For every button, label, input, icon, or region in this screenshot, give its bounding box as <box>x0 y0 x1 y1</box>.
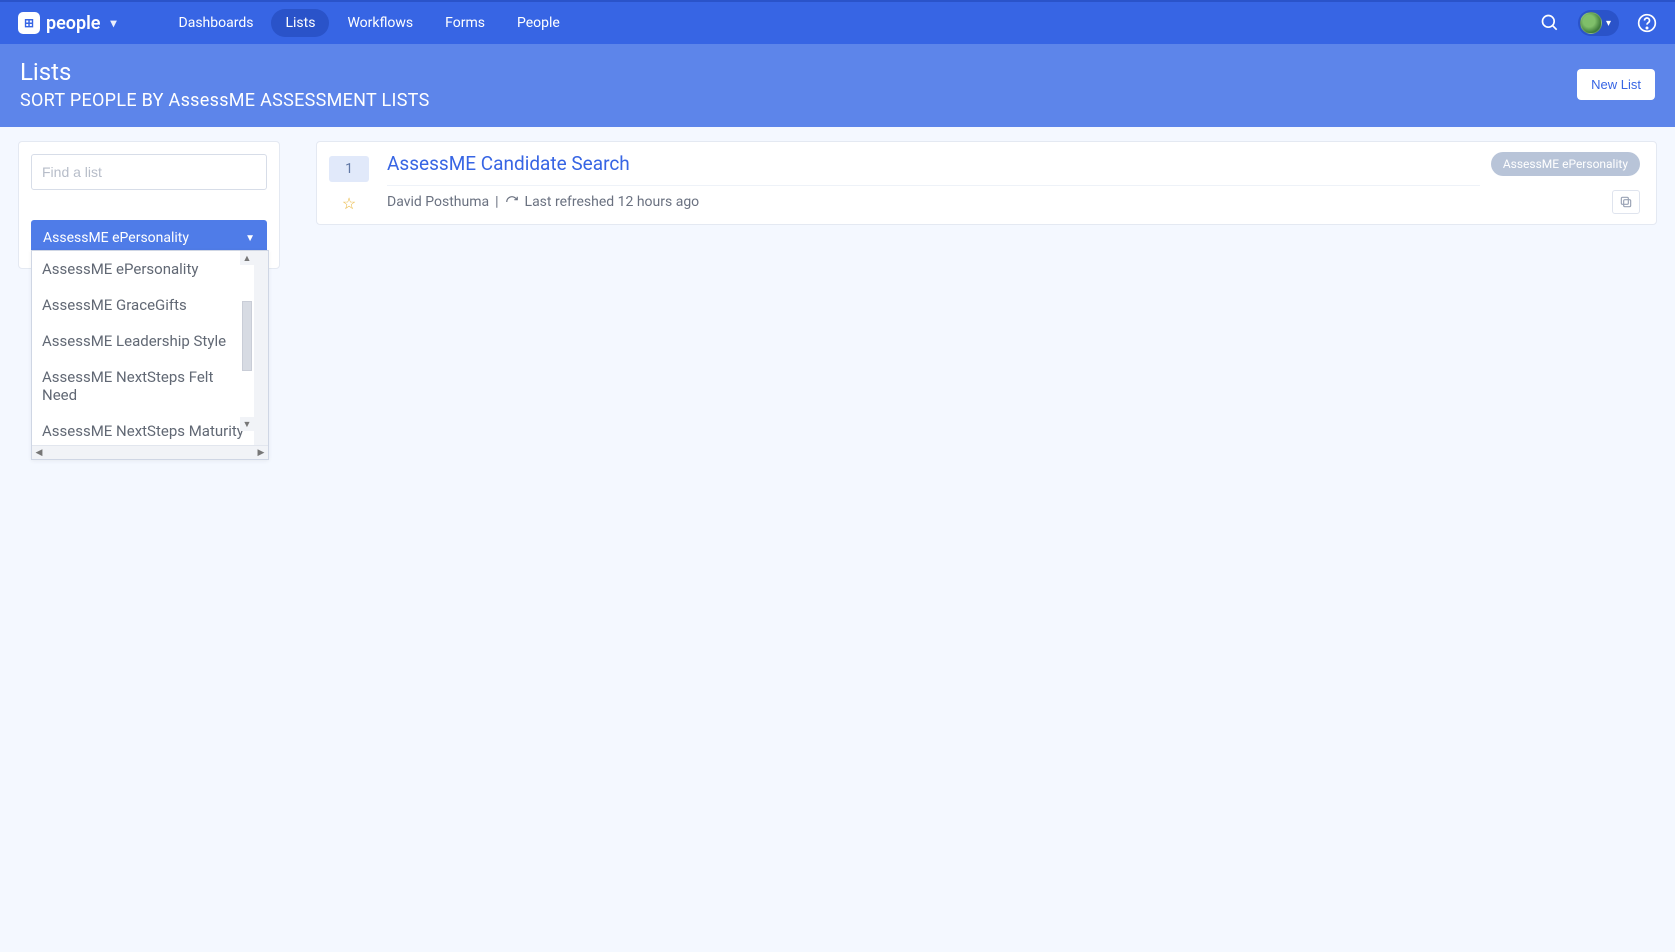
nav-lists[interactable]: Lists <box>271 9 329 37</box>
scroll-down-icon[interactable]: ▼ <box>240 417 254 431</box>
dropdown-option[interactable]: AssessME NextSteps Felt Need <box>32 359 254 413</box>
horizontal-scrollbar[interactable]: ◀ ▶ <box>32 445 268 459</box>
sidebar: AssessME ePersonality ▼ AssessME ePerson… <box>18 141 280 269</box>
scroll-up-icon[interactable]: ▲ <box>240 251 254 265</box>
list-tag-pill[interactable]: AssessME ePersonality <box>1491 152 1640 176</box>
app-name: people <box>46 13 100 34</box>
nav-workflows[interactable]: Workflows <box>333 9 427 37</box>
page-subtitle: SORT PEOPLE BY AssessME ASSESSMENT LISTS <box>20 90 1577 111</box>
list-meta: David Posthuma | Last refreshed 12 hours… <box>387 194 1480 210</box>
app-logo-icon: ⊞ <box>18 12 40 34</box>
page-title: Lists <box>20 58 1577 86</box>
main-content: 1 ☆ AssessME Candidate Search David Post… <box>316 141 1657 225</box>
dropdown-option[interactable]: AssessME NextSteps Maturity <box>32 413 254 445</box>
scroll-left-icon[interactable]: ◀ <box>32 446 46 460</box>
list-title-link[interactable]: AssessME Candidate Search <box>387 152 630 175</box>
new-list-button[interactable]: New List <box>1577 69 1655 100</box>
dropdown-option[interactable]: AssessME Leadership Style <box>32 323 254 359</box>
user-menu[interactable]: ▾ <box>1578 10 1619 36</box>
nav-people[interactable]: People <box>503 9 574 37</box>
page-header: Lists SORT PEOPLE BY AssessME ASSESSMENT… <box>0 44 1675 127</box>
scrollbar-thumb[interactable] <box>242 301 252 371</box>
dropdown-option[interactable]: AssessME ePersonality <box>32 251 254 287</box>
result-count-badge: 1 <box>329 156 369 182</box>
tag-filter-selected: AssessME ePersonality <box>43 230 189 246</box>
search-icon[interactable] <box>1540 13 1560 33</box>
find-list-input[interactable] <box>31 154 267 190</box>
list-refreshed: Last refreshed 12 hours ago <box>525 194 700 210</box>
refresh-icon <box>505 195 519 209</box>
caret-down-icon: ▼ <box>245 233 255 244</box>
scroll-right-icon[interactable]: ▶ <box>254 446 268 460</box>
duplicate-button[interactable] <box>1612 190 1640 214</box>
help-icon[interactable] <box>1637 13 1657 33</box>
tag-filter-dropdown: AssessME ePersonality AssessME GraceGift… <box>31 250 269 460</box>
list-author: David Posthuma <box>387 194 489 210</box>
chevron-down-icon: ▾ <box>1606 18 1611 29</box>
meta-separator: | <box>495 194 498 210</box>
main-nav: Dashboards Lists Workflows Forms People <box>165 9 574 37</box>
chevron-down-icon: ▾ <box>110 16 116 30</box>
list-card: 1 ☆ AssessME Candidate Search David Post… <box>316 141 1657 225</box>
top-nav: ⊞ people ▾ Dashboards Lists Workflows Fo… <box>0 0 1675 44</box>
avatar <box>1580 12 1602 34</box>
divider <box>387 185 1480 186</box>
dropdown-option[interactable]: AssessME GraceGifts <box>32 287 254 323</box>
dropdown-list: AssessME ePersonality AssessME GraceGift… <box>32 251 268 445</box>
app-switcher[interactable]: ⊞ people ▾ <box>18 12 117 34</box>
nav-forms[interactable]: Forms <box>431 9 499 37</box>
nav-dashboards[interactable]: Dashboards <box>165 9 268 37</box>
star-icon[interactable]: ☆ <box>342 194 356 213</box>
